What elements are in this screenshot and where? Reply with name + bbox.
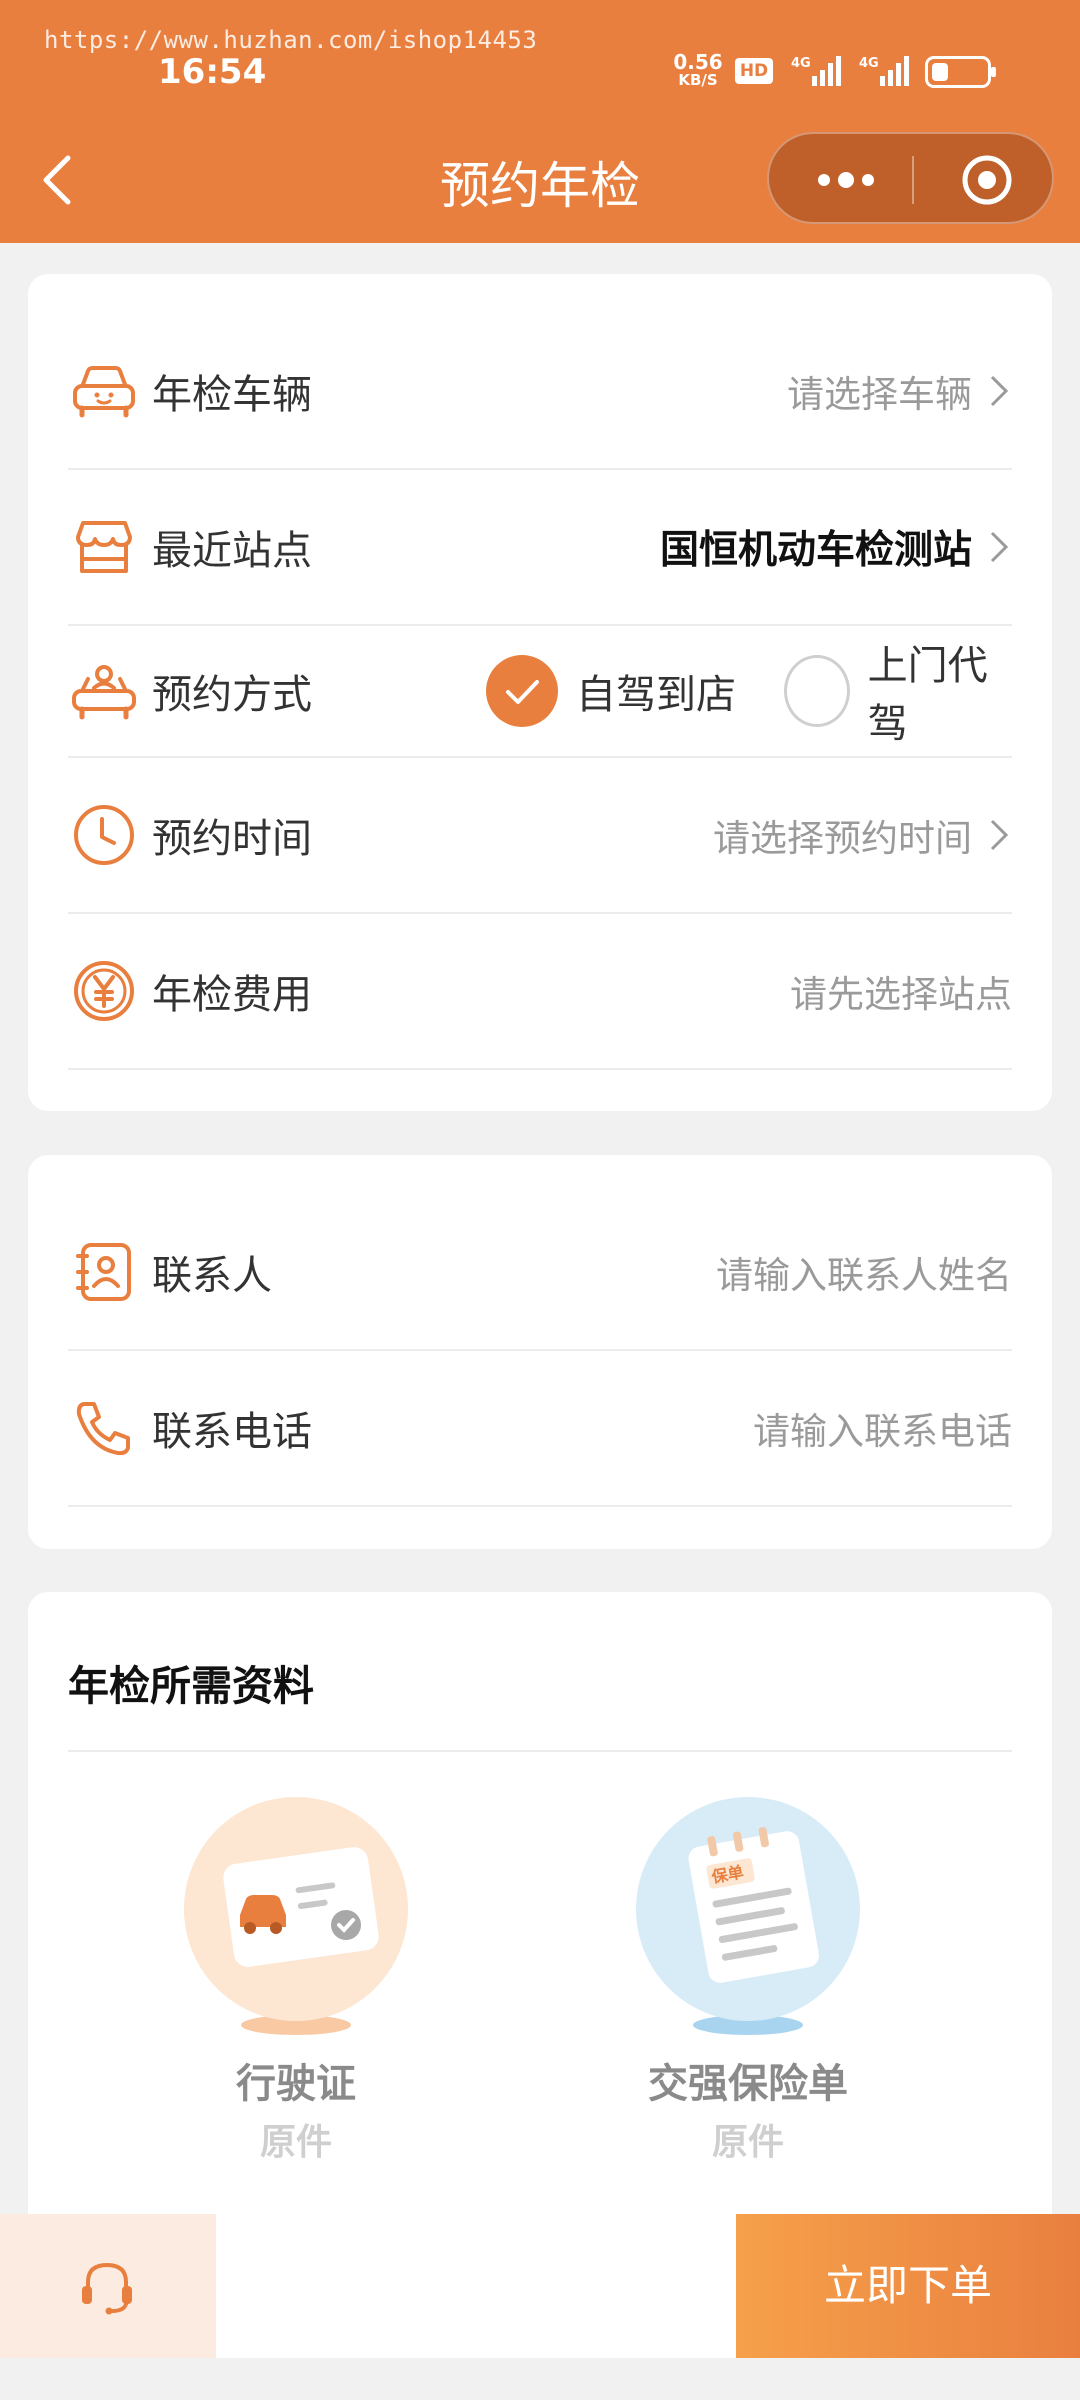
more-icon[interactable] xyxy=(811,164,881,196)
time-placeholder: 请选择预约时间 xyxy=(713,817,972,860)
customer-service-button[interactable] xyxy=(0,2214,216,2358)
headset-icon xyxy=(82,2262,132,2315)
yuan-icon xyxy=(74,961,134,1021)
time-label: 预约时间 xyxy=(152,816,312,862)
car-icon xyxy=(73,366,135,418)
bottom-bar-spacer xyxy=(216,2214,736,2358)
battery-level xyxy=(932,63,948,81)
time-row[interactable]: 预约时间 请选择预约时间 xyxy=(68,758,1012,914)
contact-phone-row[interactable]: 联系电话 请输入联系电话 xyxy=(68,1351,1012,1507)
close-miniprogram-icon[interactable] xyxy=(959,152,1015,208)
material-driving-license: 行驶证 原件 xyxy=(176,1797,416,2165)
store-icon xyxy=(76,521,132,573)
fee-row: 年检费用 请先选择站点 xyxy=(68,914,1012,1070)
status-bar: https://www.huzhan.com/ishop14453 16:54 … xyxy=(0,0,1080,130)
vehicle-placeholder: 请选择车辆 xyxy=(787,373,972,416)
radio-self-drive-label: 自驾到店 xyxy=(576,672,736,718)
fee-label: 年检费用 xyxy=(152,972,312,1018)
radio-self-drive[interactable]: 自驾到店 xyxy=(486,655,736,727)
order-now-button[interactable]: 立即下单 xyxy=(736,2214,1080,2358)
material-insurance-policy: 保单 交强保险单 原件 xyxy=(628,1797,868,2165)
vehicle-value: 请选择车辆 xyxy=(787,364,1012,418)
contact-name-label: 联系人 xyxy=(152,1253,272,1299)
chevron-right-icon xyxy=(990,819,1009,851)
station-name: 国恒机动车检测站 xyxy=(659,528,972,573)
signal-icon: 4G xyxy=(791,56,841,86)
contact-book-icon xyxy=(76,1243,131,1301)
contact-name-row[interactable]: 联系人 请输入联系人姓名 xyxy=(68,1195,1012,1351)
url-watermark: https://www.huzhan.com/ishop14453 xyxy=(44,26,538,54)
vehicle-label: 年检车辆 xyxy=(152,372,312,418)
station-label: 最近站点 xyxy=(152,528,312,574)
network-type-label: 4G xyxy=(791,56,811,71)
clock-icon xyxy=(74,805,134,865)
network-type-label: 4G xyxy=(859,56,879,71)
network-speed-unit: KB/S xyxy=(678,71,718,89)
battery-icon xyxy=(925,56,996,88)
radio-pickup-service[interactable]: 上门代驾 xyxy=(784,633,1012,749)
network-speed: 0.56 KB/S xyxy=(670,52,726,88)
driver-car-icon xyxy=(72,665,136,720)
miniprogram-capsule xyxy=(767,132,1054,224)
contact-phone-label: 联系电话 xyxy=(152,1409,312,1455)
radio-unchecked-icon xyxy=(784,655,850,727)
material-name: 交强保险单 xyxy=(648,2061,848,2107)
material-name: 行驶证 xyxy=(236,2061,356,2107)
materials-divider xyxy=(68,1750,1012,1752)
method-row: 预约方式 自驾到店 上门代驾 xyxy=(68,626,1012,758)
insurance-policy-icon: 保单 xyxy=(636,1797,860,2021)
contact-phone-input[interactable]: 请输入联系电话 xyxy=(753,1401,1012,1455)
radio-checked-icon xyxy=(486,655,558,727)
material-sub: 原件 xyxy=(711,2122,784,2163)
bottom-bar: 立即下单 xyxy=(0,2214,1080,2358)
contact-name-input[interactable]: 请输入联系人姓名 xyxy=(716,1245,1012,1299)
appointment-form-card: 年检车辆 请选择车辆 最近站点 国恒机动车检测站 预约方式 自驾到店 上门代驾 … xyxy=(28,274,1052,1111)
materials-title: 年检所需资料 xyxy=(68,1662,314,1710)
radio-pickup-service-label: 上门代驾 xyxy=(867,643,988,747)
capsule-divider xyxy=(912,156,914,204)
station-value: 国恒机动车检测站 xyxy=(660,519,1012,575)
network-speed-value: 0.56 xyxy=(673,50,723,74)
signal-icon: 4G xyxy=(859,56,909,86)
contact-card: 联系人 请输入联系人姓名 联系电话 请输入联系电话 xyxy=(28,1155,1052,1549)
screen-bottom xyxy=(0,2358,1080,2400)
chevron-right-icon xyxy=(990,531,1009,563)
method-label: 预约方式 xyxy=(152,672,312,718)
phone-icon xyxy=(76,1402,130,1456)
station-row[interactable]: 最近站点 国恒机动车检测站 xyxy=(68,470,1012,626)
check-icon xyxy=(506,680,539,704)
driving-license-icon xyxy=(184,1797,408,2021)
time-value: 请选择预约时间 xyxy=(713,808,1012,862)
header: https://www.huzhan.com/ishop14453 16:54 … xyxy=(0,0,1080,243)
clock: 16:54 xyxy=(158,52,267,92)
chevron-right-icon xyxy=(990,375,1009,407)
fee-value: 请先选择站点 xyxy=(790,973,1012,1016)
material-sub: 原件 xyxy=(259,2122,332,2163)
hd-badge: HD xyxy=(735,58,773,84)
vehicle-row[interactable]: 年检车辆 请选择车辆 xyxy=(68,314,1012,470)
